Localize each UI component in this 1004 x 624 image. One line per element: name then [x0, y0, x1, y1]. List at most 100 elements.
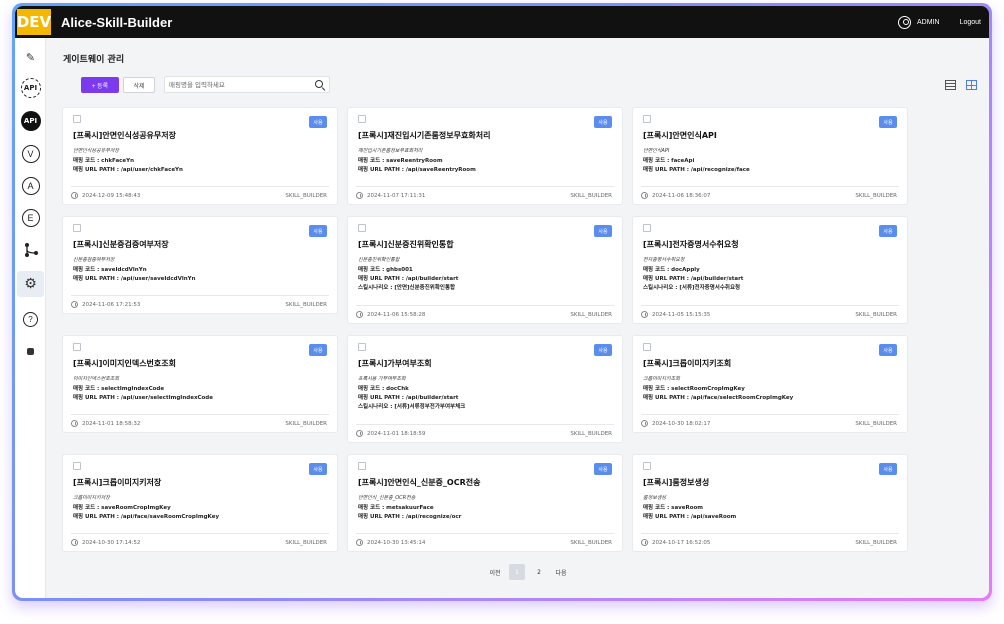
logout-link[interactable]: Logout: [960, 19, 981, 26]
clock-icon: [71, 192, 78, 199]
sidebar-item-edit[interactable]: ✎: [17, 44, 44, 70]
status-badge: 사용: [594, 344, 612, 356]
app-window: DEV Alice-Skill-Builder ADMIN Logout ✎ A…: [15, 6, 989, 598]
status-badge: 사용: [594, 116, 612, 128]
page-button-2[interactable]: 2: [531, 564, 547, 580]
clock-icon: [71, 539, 78, 546]
card-detail: 매핑 URL PATH : /api/user/selectImgIndexCo…: [73, 395, 213, 401]
next-page-button[interactable]: 다음: [553, 564, 569, 580]
sidebar-item-e[interactable]: E: [17, 205, 44, 231]
gateway-card[interactable]: 사용 [프록시]크롭이미지키저장 크롭이미지키저장 매핑 코드 : saveRoomC…: [62, 454, 338, 552]
card-title: [프록시]전자증명서수취요청: [643, 240, 739, 249]
sidebar-item-extra[interactable]: [17, 338, 44, 364]
gateway-card[interactable]: 사용 [프록시]안면인식API 안면인식API 매핑 코드 : faceApi 매핑 U…: [632, 107, 908, 205]
card-detail: 매핑 코드 : saveReentryRoom: [358, 158, 443, 164]
sidebar-item-api[interactable]: API: [17, 75, 44, 101]
card-date: 2024-12-09 15:48:43: [82, 193, 141, 199]
card-detail: 매핑 URL PATH : /api/recognize/face: [643, 167, 750, 173]
card-checkbox[interactable]: [358, 115, 366, 123]
card-divider: [356, 186, 614, 187]
card-date: 2024-10-30 13:45:14: [367, 540, 426, 546]
card-author: SKILL_BUILDER: [570, 540, 612, 546]
sidebar-item-a[interactable]: A: [17, 173, 44, 199]
card-title: [프록시]재진입시기존룸정보무효화처리: [358, 131, 491, 140]
card-detail: 스킬시나리오 : [서류]서류정부전가부여부체크: [358, 404, 466, 410]
card-checkbox[interactable]: [358, 462, 366, 470]
grid-view-icon[interactable]: [966, 80, 977, 90]
gateway-card[interactable]: 사용 [프록시]룸정보생성 룸정보생성 매핑 코드 : saveRoom 매핑 URL …: [632, 454, 908, 552]
sidebar-item-api-gateway[interactable]: API: [17, 108, 44, 134]
card-title: [프록시]크롭이미지키조회: [643, 359, 732, 368]
status-badge: 사용: [879, 225, 897, 237]
page-button-1[interactable]: 1: [509, 564, 525, 580]
card-title: [프록시]안면인식API: [643, 131, 717, 140]
card-detail: 매핑 코드 : docChk: [358, 386, 409, 392]
clock-icon: [641, 192, 648, 199]
page-title: 게이트웨이 관리: [63, 55, 125, 65]
card-detail: 매핑 URL PATH : /api/recognize/ocr: [358, 514, 462, 520]
status-badge: 사용: [594, 225, 612, 237]
gateway-card[interactable]: 사용 [프록시]신분증진위확인통합 신분증진위확인통합 매핑 코드 : ghbs001…: [347, 216, 623, 324]
clock-icon: [71, 301, 78, 308]
card-title: [프록시]이미지인덱스번호조회: [73, 359, 176, 368]
gateway-card[interactable]: 사용 [프록시]재진입시기존룸정보무효화처리 재진입시기존룸정보무효화처리 매핑 코드…: [347, 107, 623, 205]
clock-icon: [641, 539, 648, 546]
card-checkbox[interactable]: [73, 462, 81, 470]
card-divider: [641, 414, 899, 415]
user-name[interactable]: ADMIN: [917, 19, 940, 26]
pencil-icon: ✎: [25, 50, 36, 64]
env-badge: DEV: [17, 9, 51, 35]
search-box: [164, 76, 330, 93]
delete-button[interactable]: 삭제: [123, 77, 155, 93]
card-checkbox[interactable]: [358, 224, 366, 232]
card-checkbox[interactable]: [73, 115, 81, 123]
card-detail: 매핑 코드 : saveRoom: [643, 505, 704, 511]
prev-page-button[interactable]: 이전: [487, 564, 503, 580]
gateway-card[interactable]: 사용 [프록시]이미지인덱스번호조회 이미지인덱스번호조회 매핑 코드 : selec…: [62, 335, 338, 433]
card-checkbox[interactable]: [73, 343, 81, 351]
card-date: 2024-10-30 17:14:52: [82, 540, 141, 546]
sidebar-item-v[interactable]: V: [17, 141, 44, 167]
card-grid: 사용 [프록시]안면인식성공유무저장 안면인식성공유무저장 매핑 코드 : chkFa…: [62, 107, 908, 557]
card-detail: 매핑 코드 : selectRoomCropImgKey: [643, 386, 745, 392]
card-checkbox[interactable]: [643, 115, 651, 123]
search-input[interactable]: [169, 78, 309, 91]
gateway-card[interactable]: 사용 [프록시]전자증명서수취요청 전자증명서수취요청 매핑 코드 : docAppl…: [632, 216, 908, 324]
card-checkbox[interactable]: [73, 224, 81, 232]
gateway-card[interactable]: 사용 [프록시]신분증검증여부저장 신분증검증여부저장 매핑 코드 : saveIdc…: [62, 216, 338, 314]
card-author: SKILL_BUILDER: [570, 431, 612, 437]
sidebar-item-flow[interactable]: [17, 237, 44, 263]
sidebar: ✎ API API V A E ⚙ ?: [15, 38, 46, 598]
sidebar-item-help[interactable]: ?: [17, 306, 44, 332]
search-icon[interactable]: [315, 80, 323, 88]
card-detail: 매핑 코드 : ghbs001: [358, 267, 413, 273]
gateway-card[interactable]: 사용 [프록시]안면인식성공유무저장 안면인식성공유무저장 매핑 코드 : chkFa…: [62, 107, 338, 205]
card-checkbox[interactable]: [643, 224, 651, 232]
card-detail: 매핑 URL PATH : /api/builder/start: [358, 276, 459, 282]
user-area: ADMIN Logout: [898, 15, 981, 29]
gateway-card[interactable]: 사용 [프록시]크롭이미지키조회 크롭이미지키조회 매핑 코드 : selectRoo…: [632, 335, 908, 433]
list-view-icon[interactable]: [945, 80, 956, 90]
clock-icon: [356, 192, 363, 199]
card-checkbox[interactable]: [643, 343, 651, 351]
card-title: [프록시]가부여부조회: [358, 359, 432, 368]
user-icon[interactable]: [898, 15, 912, 29]
a-circle-icon: A: [21, 177, 40, 195]
card-checkbox[interactable]: [358, 343, 366, 351]
card-detail: 스킬시나리오 : [서류]전자증명서수취요청: [643, 285, 741, 291]
add-button[interactable]: + 등록: [81, 77, 119, 93]
card-detail: 매핑 코드 : saveRoomCropImgKey: [73, 505, 171, 511]
api-solid-icon: API: [20, 111, 41, 131]
card-checkbox[interactable]: [643, 462, 651, 470]
dot-icon: [27, 347, 34, 355]
flow-icon: [24, 243, 38, 257]
api-outline-icon: API: [20, 78, 41, 98]
clock-icon: [356, 430, 363, 437]
status-badge: 사용: [879, 116, 897, 128]
card-divider: [71, 414, 329, 415]
gateway-card[interactable]: 사용 [프록시]가부여부조회 프록시용 가부여부조회 매핑 코드 : docChk 매핑…: [347, 335, 623, 443]
sidebar-item-settings[interactable]: ⚙: [17, 271, 44, 297]
gateway-card[interactable]: 사용 [프록시]안면인식_신분증_OCR전송 안면인식_신분증_OCR전송 매핑 코드…: [347, 454, 623, 552]
card-title: [프록시]신분증검증여부저장: [73, 240, 169, 249]
card-detail: 매핑 코드 : docApply: [643, 267, 700, 273]
